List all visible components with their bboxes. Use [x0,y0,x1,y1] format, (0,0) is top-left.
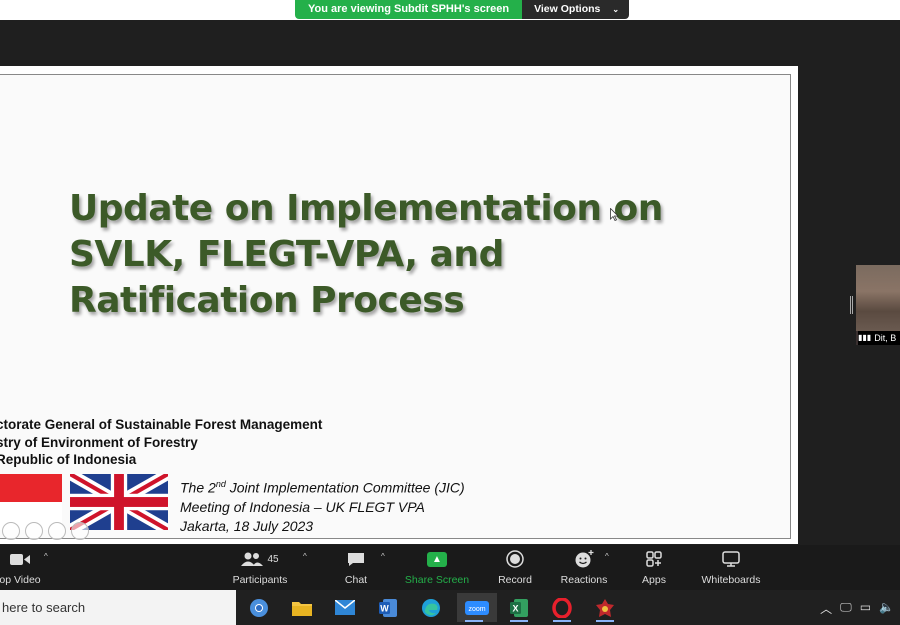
video-camera-icon [0,545,46,573]
pen-icon[interactable] [2,522,20,540]
viewing-banner: You are viewing Subdit SPHH's screen Vie… [295,0,630,19]
org-line: Republic of Indonesia [0,452,137,467]
share-icon-wrap: ▲ [402,545,472,573]
whiteboards-button[interactable]: Whiteboards [696,545,766,590]
chat-icon [336,545,376,573]
shared-screen: Update on Implementation on SVLK, FLEGT-… [0,66,798,544]
participant-name-tag: ▮▮▮ Dit, B [858,331,900,345]
game-icon[interactable] [588,593,622,622]
participants-options-caret[interactable]: ^ [303,552,307,561]
org-line: ctorate General of Sustainable Forest Ma… [0,417,323,432]
word-icon[interactable]: W [371,593,405,622]
participants-icon-wrap: 45 [228,545,292,573]
jic-suffix: Joint Implementation Committee (JIC) [225,479,465,496]
stop-video-label: op Video [0,574,41,586]
system-tray: ︿ 🖵 ▭ 🔈 [820,600,894,617]
reactions-options-caret[interactable]: ^ [605,552,609,561]
reactions-button[interactable]: Reactions [557,545,611,590]
viewing-status-text: You are viewing Subdit SPHH's screen [295,0,523,19]
zoom-meeting-window: You are viewing Subdit SPHH's screen Vie… [0,0,900,625]
windows-taskbar: here to search W zoom X ︿ 🖵 ▭ 🔈 [0,590,900,625]
record-button[interactable]: Record [494,545,536,590]
participant-thumbnail[interactable]: ▮▮▮ Dit, B [856,265,900,345]
video-options-caret[interactable]: ^ [44,552,48,561]
record-icon [494,545,536,573]
jic-sup: nd [215,479,226,489]
participants-count: 45 [267,553,279,565]
participant-name: Dit, B [874,333,897,343]
participants-icon [241,552,264,566]
file-explorer-icon[interactable] [285,593,319,622]
share-screen-button[interactable]: ▲ Share Screen [402,545,472,590]
meeting-info-line1: The 2nd Joint Implementation Committee (… [180,475,465,498]
share-screen-label: Share Screen [404,574,470,586]
record-label: Record [498,574,532,586]
chat-button[interactable]: Chat [336,545,376,590]
chevron-down-icon: ⌄ [612,5,620,14]
apps-label: Apps [642,574,666,586]
meeting-info-line3: Jakarta, 18 July 2023 [180,517,314,534]
reactions-icon [557,545,611,573]
whiteboards-label: Whiteboards [701,574,761,586]
share-screen-icon: ▲ [427,551,447,567]
slide-title: Update on Implementation on SVLK, FLEGT-… [69,186,719,324]
chevron-up-icon[interactable]: ︿ [820,600,832,617]
chat-options-caret[interactable]: ^ [381,552,385,561]
org-line: stry of Environment of Forestry [0,434,198,450]
organization-block: ctorate General of Sustainable Forest Ma… [0,416,322,469]
signal-bars-icon: ▮▮▮ [858,333,872,342]
zoom-icon[interactable] [48,522,66,540]
edge-icon[interactable] [414,593,448,622]
volume-icon[interactable]: 🔈 [879,600,894,617]
excel-icon[interactable]: X [502,593,536,622]
mouse-cursor-icon [610,208,619,221]
reactions-label: Reactions [560,574,608,586]
view-options-button[interactable]: View Options ⌄ [522,0,630,19]
stop-video-button[interactable]: op Video [0,545,46,590]
taskbar-search-input[interactable]: here to search [0,590,236,625]
more-icon[interactable] [71,522,89,540]
apps-icon [634,545,674,573]
svg-text:X: X [512,603,518,613]
svg-text:W: W [380,603,389,613]
participants-label: Participants [232,574,288,586]
mail-icon[interactable] [328,593,362,622]
meeting-info-block: The 2nd Joint Implementation Committee (… [180,475,465,536]
zoom-app-label: zoom [468,606,485,613]
apps-button[interactable]: Apps [634,545,674,590]
opera-icon[interactable] [545,593,579,622]
display-icon[interactable]: ▭ [860,600,871,617]
annotation-tools [2,522,89,540]
slide-title-line: Update on Implementation on [69,188,663,229]
participant-video [856,265,900,331]
slide-title-line: SVLK, FLEGT-VPA, and [69,234,504,275]
panel-resize-handle[interactable] [850,296,853,314]
copy-icon[interactable] [25,522,43,540]
jic-prefix: The 2 [180,479,216,496]
participants-button[interactable]: 45 Participants [228,545,292,590]
meeting-info-line2: Meeting of Indonesia – UK FLEGT VPA [180,498,425,515]
zoom-icon[interactable]: zoom [457,593,497,622]
chrome-icon[interactable] [242,593,276,622]
view-options-label: View Options [534,3,601,15]
slide-title-line: Ratification Process [69,280,465,321]
whiteboard-icon [696,545,766,573]
chat-label: Chat [344,574,368,586]
network-icon[interactable]: 🖵 [840,600,852,617]
meeting-toolbar: op Video ^ 45 Participants ^ Chat ^ ▲ Sh… [0,545,900,590]
